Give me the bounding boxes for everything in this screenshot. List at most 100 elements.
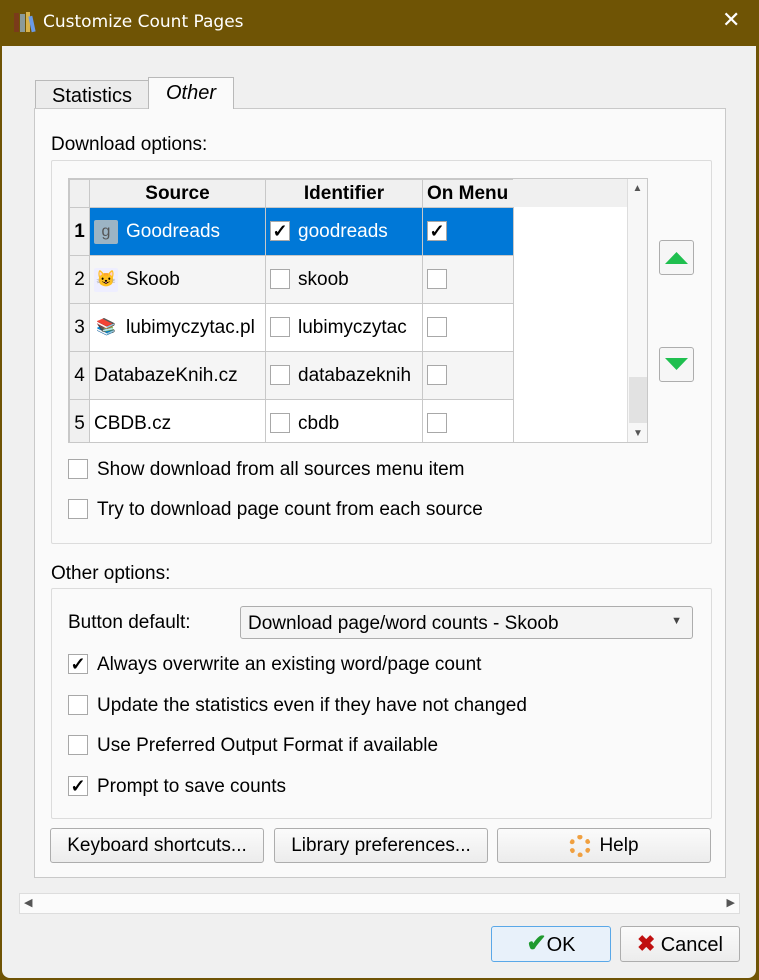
chevron-down-icon: ▼ <box>671 615 682 627</box>
other-option-label: Use Preferred Output Format if available <box>97 735 439 756</box>
ok-button[interactable]: ✔OK <box>491 926 611 962</box>
row-number[interactable]: 3 <box>69 303 90 352</box>
scroll-left-arrow[interactable]: ◀ <box>24 896 32 909</box>
on-menu-checkbox[interactable]: ✓ <box>427 221 447 242</box>
button-default-value: Download page/word counts - Skoob <box>248 613 559 634</box>
close-icon[interactable]: ✕ <box>722 8 740 33</box>
tab-statistics[interactable]: Statistics <box>35 80 149 109</box>
on-menu-cell[interactable] <box>422 303 514 352</box>
on-menu-checkbox[interactable] <box>427 413 447 434</box>
column-header-identifier[interactable]: Identifier <box>265 179 423 208</box>
source-name: DatabazeKnih.cz <box>94 364 238 386</box>
window-title: Customize Count Pages <box>43 12 244 32</box>
cancel-label: Cancel <box>660 934 723 956</box>
source-name: Skoob <box>126 268 180 290</box>
header-filler <box>513 179 627 207</box>
identifier-value: goodreads <box>298 220 388 242</box>
identifier-checkbox[interactable]: ✓ <box>270 221 290 242</box>
scroll-thumb[interactable] <box>629 377 647 423</box>
source-cell[interactable]: CBDB.cz <box>89 399 266 442</box>
source-name: CBDB.cz <box>94 412 172 434</box>
lubimyczytac-icon: 📚 <box>96 318 116 336</box>
ok-label: OK <box>546 934 576 956</box>
table-vertical-scrollbar[interactable]: ▲ ▼ <box>627 179 647 442</box>
row-number[interactable]: 4 <box>69 351 90 400</box>
identifier-value: databazeknih <box>298 364 412 386</box>
identifier-checkbox[interactable] <box>270 365 290 386</box>
other-option-checkbox[interactable] <box>68 694 88 715</box>
button-default-select[interactable]: Download page/word counts - Skoob ▼ <box>240 606 693 639</box>
other-options-label: Other options: <box>51 563 171 584</box>
on-menu-cell[interactable] <box>422 255 514 304</box>
goodreads-icon: g <box>94 219 118 244</box>
lifebuoy-icon <box>569 834 592 857</box>
help-button[interactable]: Help <box>497 828 711 863</box>
scroll-down-arrow[interactable]: ▼ <box>628 424 647 442</box>
other-option-checkbox[interactable]: ✓ <box>68 775 88 796</box>
other-option-checkbox[interactable]: ✓ <box>68 654 88 674</box>
scroll-up-arrow[interactable]: ▲ <box>628 179 647 199</box>
identifier-checkbox[interactable] <box>270 317 290 338</box>
green-down-arrow-icon <box>665 358 688 370</box>
on-menu-checkbox[interactable] <box>427 365 447 386</box>
table-row[interactable]: 1 g Goodreads ✓ goodreads ✓ <box>69 207 514 256</box>
identifier-checkbox[interactable] <box>270 413 290 434</box>
table-row[interactable]: 2 😺 Skoob skoob <box>69 255 514 304</box>
button-default-label: Button default: <box>68 612 191 633</box>
source-name: Goodreads <box>126 220 221 242</box>
table-row[interactable]: 4 DatabazeKnih.cz databazeknih <box>69 351 514 400</box>
green-up-arrow-icon <box>665 252 688 264</box>
tab-other[interactable]: Other <box>148 77 234 109</box>
scroll-right-arrow[interactable]: ▶ <box>727 896 735 909</box>
title-bar: Customize Count Pages ✕ <box>0 0 759 46</box>
on-menu-checkbox[interactable] <box>427 317 447 338</box>
try-each-source-label: Try to download page count from each sou… <box>97 499 483 520</box>
identifier-value: cbdb <box>298 412 340 434</box>
try-each-source-checkbox[interactable] <box>68 499 88 519</box>
calibre-books-icon <box>14 11 36 33</box>
identifier-cell[interactable]: cbdb <box>265 399 423 442</box>
move-down-button[interactable] <box>659 347 694 382</box>
sources-table: Source Identifier On Menu 1 g Goodreads ✓… <box>68 178 648 443</box>
move-up-button[interactable] <box>659 240 694 275</box>
on-menu-checkbox[interactable] <box>427 269 447 290</box>
corner-header <box>69 179 90 208</box>
show-all-sources-label: Show download from all sources menu item <box>97 459 465 480</box>
source-name: lubimyczytac.pl <box>126 316 255 338</box>
column-header-source[interactable]: Source <box>89 179 266 208</box>
table-row[interactable]: 5 CBDB.cz cbdb <box>69 399 514 442</box>
source-cell[interactable]: 📚 lubimyczytac.pl <box>89 303 266 352</box>
identifier-cell[interactable]: databazeknih <box>265 351 423 400</box>
skoob-icon: 😺 <box>94 267 118 292</box>
row-number[interactable]: 2 <box>69 255 90 304</box>
library-preferences-button[interactable]: Library preferences... <box>274 828 488 863</box>
help-label: Help <box>599 835 639 856</box>
download-options-label: Download options: <box>51 134 208 155</box>
row-number[interactable]: 5 <box>69 399 90 442</box>
keyboard-shortcuts-button[interactable]: Keyboard shortcuts... <box>50 828 264 863</box>
identifier-cell[interactable]: lubimyczytac <box>265 303 423 352</box>
red-x-icon: ✖ <box>637 931 656 956</box>
other-option-checkbox[interactable] <box>68 735 88 755</box>
column-header-on-menu[interactable]: On Menu <box>422 179 514 208</box>
identifier-cell[interactable]: ✓ goodreads <box>265 207 423 256</box>
table-row[interactable]: 3 📚 lubimyczytac.pl lubimyczytac <box>69 303 514 352</box>
horizontal-scrollbar[interactable]: ◀ ▶ <box>19 893 740 914</box>
source-cell[interactable]: g Goodreads <box>89 207 266 256</box>
identifier-cell[interactable]: skoob <box>265 255 423 304</box>
identifier-value: skoob <box>298 268 349 290</box>
other-option-label: Prompt to save counts <box>97 775 287 797</box>
source-cell[interactable]: DatabazeKnih.cz <box>89 351 266 400</box>
other-option-label: Always overwrite an existing word/page c… <box>97 654 482 675</box>
identifier-checkbox[interactable] <box>270 269 290 290</box>
green-check-icon: ✔ <box>526 930 547 957</box>
source-cell[interactable]: 😺 Skoob <box>89 255 266 304</box>
show-all-sources-checkbox[interactable] <box>68 459 88 479</box>
on-menu-cell[interactable]: ✓ <box>422 207 514 256</box>
cancel-button[interactable]: ✖ Cancel <box>620 926 740 962</box>
other-option-label: Update the statistics even if they have … <box>97 694 527 716</box>
identifier-value: lubimyczytac <box>298 316 407 338</box>
row-number[interactable]: 1 <box>69 207 90 256</box>
on-menu-cell[interactable] <box>422 351 514 400</box>
on-menu-cell[interactable] <box>422 399 514 442</box>
